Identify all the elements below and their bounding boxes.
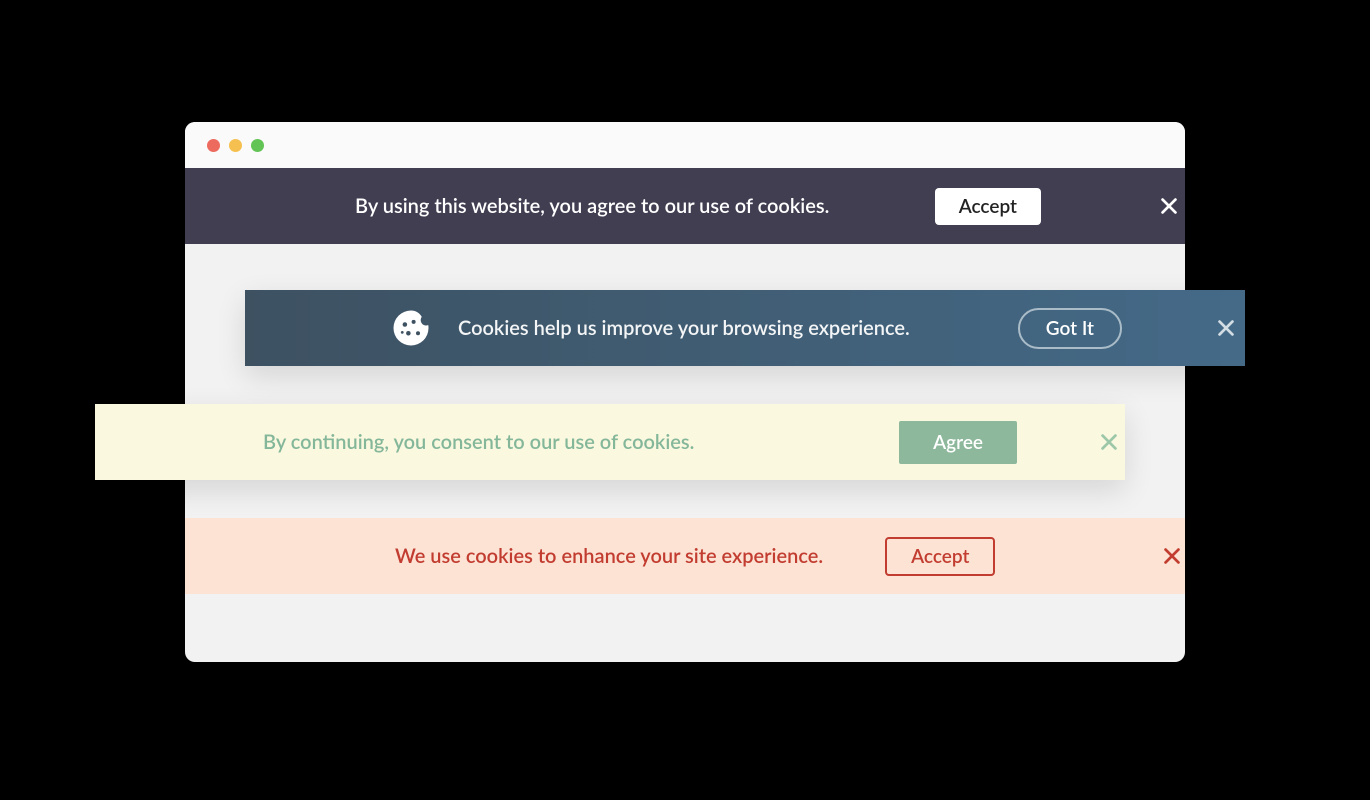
window-controls [207,139,264,152]
close-icon[interactable] [1093,426,1125,458]
minimize-window-dot[interactable] [229,139,242,152]
cookie-banner-dark: By using this website, you agree to our … [185,168,1185,244]
got-it-button[interactable]: Got It [1018,308,1122,349]
cookie-message: By continuing, you consent to our use of… [263,430,701,454]
close-icon[interactable] [1153,190,1185,222]
close-window-dot[interactable] [207,139,220,152]
browser-window: By using this website, you agree to our … [185,122,1185,662]
close-icon[interactable] [1210,312,1242,344]
cookie-message: By using this website, you agree to our … [355,194,835,218]
cookie-message: We use cookies to enhance your site expe… [395,544,823,568]
cookie-message: Cookies help us improve your browsing ex… [458,316,910,340]
close-icon[interactable] [1159,540,1185,572]
accept-button[interactable]: Accept [935,188,1041,225]
cookie-banner-slate: Cookies help us improve your browsing ex… [245,290,1245,366]
window-titlebar [185,122,1185,168]
agree-button[interactable]: Agree [899,421,1017,464]
cookie-icon [390,307,432,349]
cookie-banner-peach: We use cookies to enhance your site expe… [185,518,1185,594]
accept-button[interactable]: Accept [885,537,995,576]
cookie-banner-cream: By continuing, you consent to our use of… [95,404,1125,480]
zoom-window-dot[interactable] [251,139,264,152]
